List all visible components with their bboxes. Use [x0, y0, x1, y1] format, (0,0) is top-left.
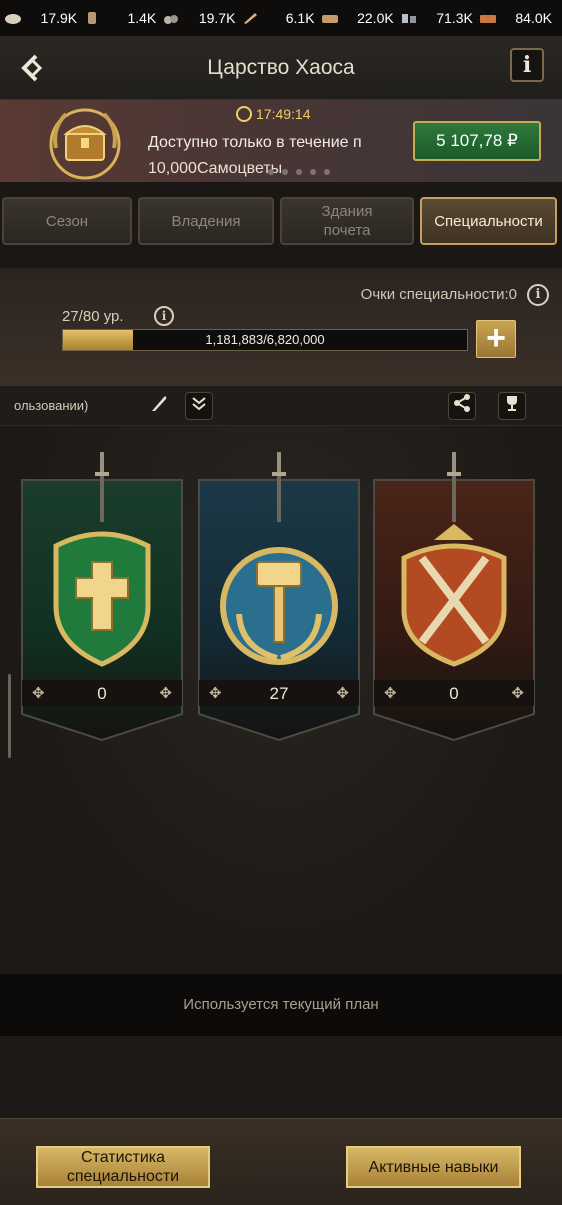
green-shield-cross-emblem-icon: [53, 531, 151, 667]
resource-bar: 17.9K 1.4K 19.7K 6.1K 22.0K 71.3K 84.0K: [0, 0, 562, 36]
add-points-button[interactable]: +: [476, 320, 516, 358]
resource-value: 19.7K: [198, 10, 236, 26]
resource-value: 6.1K: [285, 10, 315, 26]
plan-status-text: Используется текущий план: [183, 996, 379, 1013]
xp-progress-bar: 1,181,883/6,820,000: [62, 329, 468, 351]
chevron-down-icon: [192, 397, 206, 411]
carousel-dot[interactable]: [268, 169, 274, 175]
carousel-dot[interactable]: [310, 169, 316, 175]
food-icon: [5, 14, 21, 24]
stone-icon: [164, 15, 179, 24]
share-button[interactable]: [448, 392, 476, 420]
wood-icon: [88, 12, 97, 24]
specialty-stats-button[interactable]: Статистика специальности: [36, 1146, 210, 1188]
specialty-level: 27/80 ур.: [62, 308, 124, 325]
sword-icon: [95, 452, 109, 522]
branch-count: 0: [97, 684, 107, 703]
treasure-chest-icon: [49, 108, 121, 180]
scrollbar[interactable]: [8, 674, 11, 758]
carousel-dot[interactable]: [324, 169, 330, 175]
resource-value: 17.9K: [40, 10, 78, 26]
tab-season[interactable]: Сезон: [2, 197, 132, 245]
resource-iron[interactable]: 6.1K: [241, 10, 320, 26]
specialty-panel: Очки специальности:0 i 27/80 ур. i 1,181…: [0, 268, 562, 386]
level-info-icon[interactable]: i: [154, 306, 174, 326]
branch-count: 0: [449, 684, 459, 703]
price-button[interactable]: 5 107,78 ₽: [413, 121, 541, 161]
carousel-dot[interactable]: [282, 169, 288, 175]
iron-icon: [244, 13, 258, 24]
branch-level-row: ✥ 0 ✥: [22, 680, 182, 706]
offer-description: Доступно только в течение п: [148, 134, 362, 151]
trophy-icon: [507, 396, 517, 411]
branch-card[interactable]: ✥ 27 ✥: [197, 452, 361, 748]
resource-food[interactable]: 17.9K: [4, 10, 83, 26]
branch-count: 27: [269, 684, 289, 703]
edit-button[interactable]: [145, 392, 173, 420]
resource-value: 71.3K: [436, 10, 473, 26]
quill-edit-icon: [152, 396, 167, 411]
blue-hammer-laurel-emblem-icon: [220, 547, 338, 665]
active-skills-button[interactable]: Активные навыки: [346, 1146, 521, 1188]
plan-status-bar: Используется текущий план: [0, 974, 562, 1036]
specialty-points: Очки специальности:0: [360, 286, 517, 303]
tab-honor-buildings[interactable]: Здания почета: [280, 197, 414, 245]
resource-stone[interactable]: 19.7K: [162, 10, 241, 26]
fleur-icon: ✥: [159, 685, 172, 702]
plan-name[interactable]: ользовании): [14, 398, 88, 413]
trophy-button[interactable]: [498, 392, 526, 420]
fleur-icon: ✥: [336, 685, 349, 702]
tab-domains[interactable]: Владения: [138, 197, 274, 245]
branch-level-row: ✥ 27 ✥: [199, 680, 359, 706]
resource-copper[interactable]: 84.0K: [479, 10, 558, 26]
info-button[interactable]: i: [510, 48, 544, 82]
red-crossed-swords-shield-emblem-icon: [401, 524, 507, 667]
plan-toolbar: ользовании): [0, 386, 562, 426]
resource-value: 22.0K: [357, 10, 394, 26]
resource-value: 1.4K: [127, 10, 157, 26]
page-title: Царство Хаоса: [207, 56, 355, 79]
carousel-dots: [268, 169, 330, 175]
resource-gold[interactable]: 22.0K: [321, 10, 400, 26]
branch-level-row: ✥ 0 ✥: [374, 680, 534, 706]
timer-value: 17:49:14: [256, 106, 311, 122]
share-icon: [454, 394, 470, 412]
resource-value: 84.0K: [515, 10, 552, 26]
gold-icon: [321, 15, 338, 23]
fleur-icon: ✥: [511, 685, 524, 702]
header: Царство Хаоса i: [0, 36, 562, 100]
expand-button[interactable]: [185, 392, 213, 420]
branch-card[interactable]: ✥ 0 ✥: [20, 452, 184, 748]
sword-icon: [447, 452, 461, 522]
carousel-dot[interactable]: [296, 169, 302, 175]
offer-timer: 17:49:14: [236, 106, 311, 122]
branch-card[interactable]: ✥ 0 ✥: [372, 452, 536, 748]
silver-icon: [401, 14, 416, 23]
xp-progress-text: 1,181,883/6,820,000: [205, 332, 325, 347]
clock-icon: [236, 106, 252, 122]
points-info-icon[interactable]: i: [527, 284, 549, 306]
sword-icon: [272, 452, 286, 522]
resource-silver[interactable]: 71.3K: [400, 10, 479, 26]
copper-icon: [479, 15, 496, 23]
tab-bar: Сезон Владения Здания почета Специальнос…: [0, 194, 562, 250]
resource-wood[interactable]: 1.4K: [83, 10, 162, 26]
tab-specialties[interactable]: Специальности: [420, 197, 557, 245]
